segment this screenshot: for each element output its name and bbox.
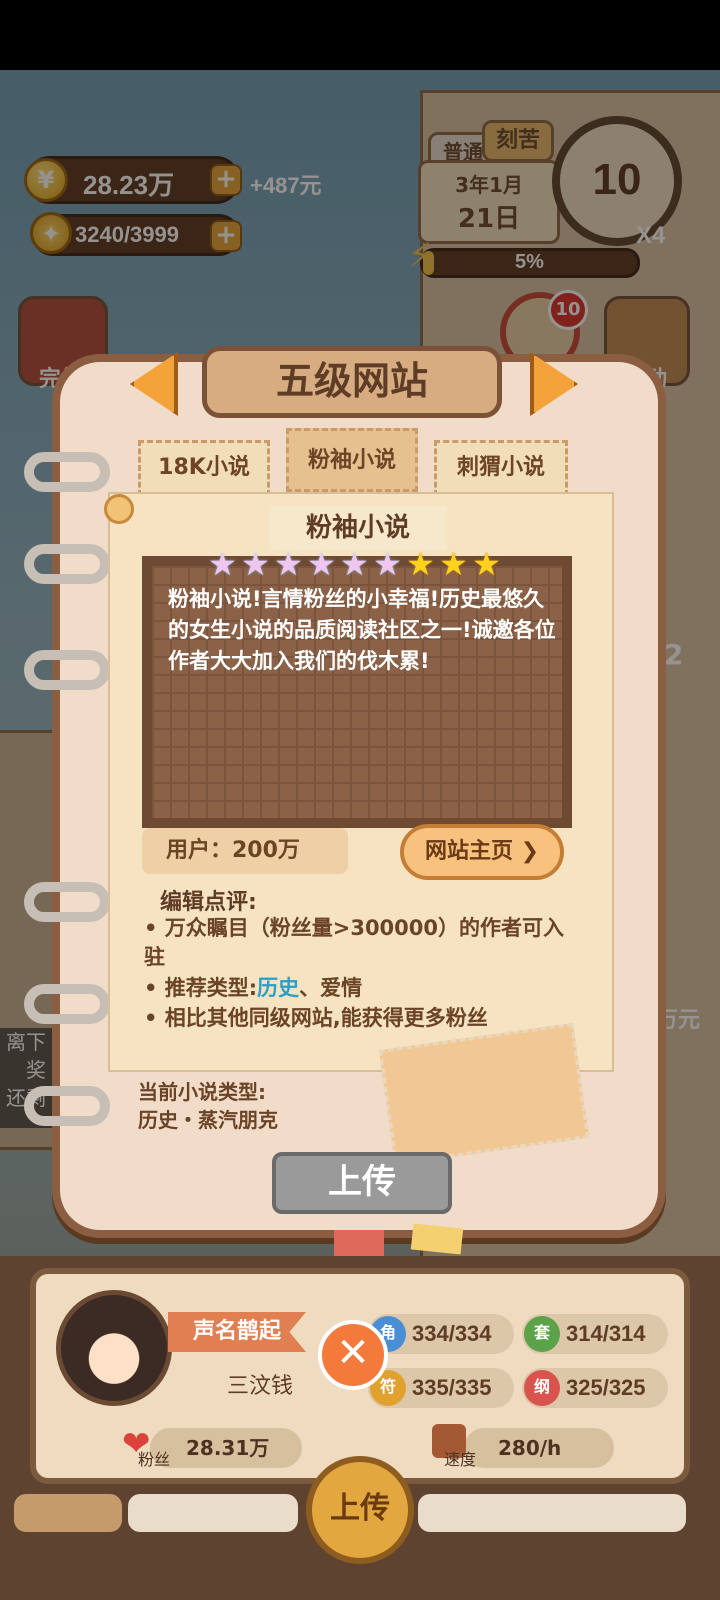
stat-value: 335/335 (412, 1375, 492, 1400)
website-home-button[interactable]: 网站主页 ❯ (400, 824, 564, 880)
rainbow-star-icon: ★ (208, 545, 237, 583)
upload-button[interactable]: 上传 (272, 1152, 452, 1214)
home-button-label: 网站主页 (424, 839, 513, 864)
bullet-dot: • (144, 976, 165, 1000)
stat-pill: 套 314/314 (522, 1314, 668, 1354)
review-item: • 推荐类型:历史、爱情 (144, 974, 362, 1003)
main-upload-button[interactable]: 上传 (306, 1456, 414, 1564)
stat-value: 314/314 (566, 1321, 646, 1346)
user-count: 用户：200万 (142, 828, 348, 874)
sticky-note (410, 1223, 464, 1255)
review-item: • 万众瞩目（粉丝量>300000）的作者可入驻 (144, 914, 564, 972)
avatar[interactable] (56, 1290, 172, 1406)
review-genre-highlight: 历史 (257, 976, 300, 1000)
close-button[interactable]: ✕ (318, 1320, 388, 1390)
binder-ring (24, 882, 110, 922)
rainbow-star-icon: ★ (340, 545, 369, 583)
speed-metric: 280/h (464, 1428, 614, 1468)
rainbow-star-icon: ★ (373, 545, 402, 583)
bullet-dot: • (144, 1006, 165, 1030)
review-item: • 相比其他同级网站,能获得更多粉丝 (144, 1004, 488, 1033)
author-name: 三汶钱 (226, 1374, 293, 1399)
speed-value: 280/h (498, 1436, 562, 1460)
stat-value: 325/325 (566, 1375, 646, 1400)
reputation-badge: 声名鹊起 (168, 1312, 306, 1352)
speed-label: 速度 (444, 1450, 477, 1469)
panel-title: 五级网站 (202, 346, 502, 418)
status-bar (0, 0, 720, 70)
binder-ring (24, 984, 110, 1024)
review-title: 编辑点评: (160, 890, 257, 915)
fans-value: 28.31万 (186, 1436, 270, 1460)
fans-label: 粉丝 (138, 1450, 171, 1469)
stat-pill: 角 334/334 (368, 1314, 514, 1354)
rainbow-star-icon: ★ (307, 545, 336, 583)
bottom-tray-right[interactable] (418, 1494, 686, 1532)
review-text-1: 万众瞩目（粉丝量>300000）的作者可入驻 (144, 916, 564, 969)
binder-ring (24, 544, 110, 584)
tab-ciwei[interactable]: 刺猬小说 (434, 440, 568, 496)
site-name: 粉袖小说 (270, 506, 446, 550)
bullet-dot: • (144, 916, 165, 940)
stat-pill: 符 335/335 (368, 1368, 514, 1408)
rating-stars: ★ ★ ★ ★ ★ ★ ★ ★ ★ (206, 546, 506, 582)
stat-value: 334/334 (412, 1321, 492, 1346)
tab-fenxiu[interactable]: 粉袖小说 (286, 428, 418, 492)
current-genre-label: 当前小说类型: (138, 1080, 266, 1104)
sticky-note (334, 1230, 384, 1256)
site-description: 粉袖小说!言情粉丝的小幸福!历史最悠久的女生小说的品质阅读社区之一!诚邀各位作者… (168, 587, 556, 673)
review-text-2-prefix: 推荐类型: (164, 976, 258, 1000)
gold-star-icon: ★ (406, 545, 435, 583)
stat-pill: 纲 325/325 (522, 1368, 668, 1408)
review-text-3: 相比其他同级网站,能获得更多粉丝 (164, 1006, 488, 1030)
tab-18k[interactable]: 18K小说 (138, 440, 270, 496)
bottom-tray-mid[interactable] (128, 1494, 298, 1532)
gold-star-icon: ★ (472, 545, 501, 583)
rainbow-star-icon: ★ (241, 545, 270, 583)
gold-star-icon: ★ (439, 545, 468, 583)
binder-ring (24, 650, 110, 690)
current-genre-value: 历史・蒸汽朋克 (138, 1108, 278, 1132)
stat-icon: 纲 (524, 1370, 560, 1406)
pushpin-icon (104, 494, 134, 524)
chevron-right-icon: ❯ (512, 839, 540, 864)
stat-icon: 套 (524, 1316, 560, 1352)
review-text-2-suffix: 、爱情 (299, 976, 363, 1000)
binder-ring (24, 1086, 110, 1126)
fans-metric: 28.31万 (150, 1428, 302, 1468)
bottom-tray-left[interactable] (14, 1494, 122, 1532)
binder-ring (24, 452, 110, 492)
rainbow-star-icon: ★ (274, 545, 303, 583)
